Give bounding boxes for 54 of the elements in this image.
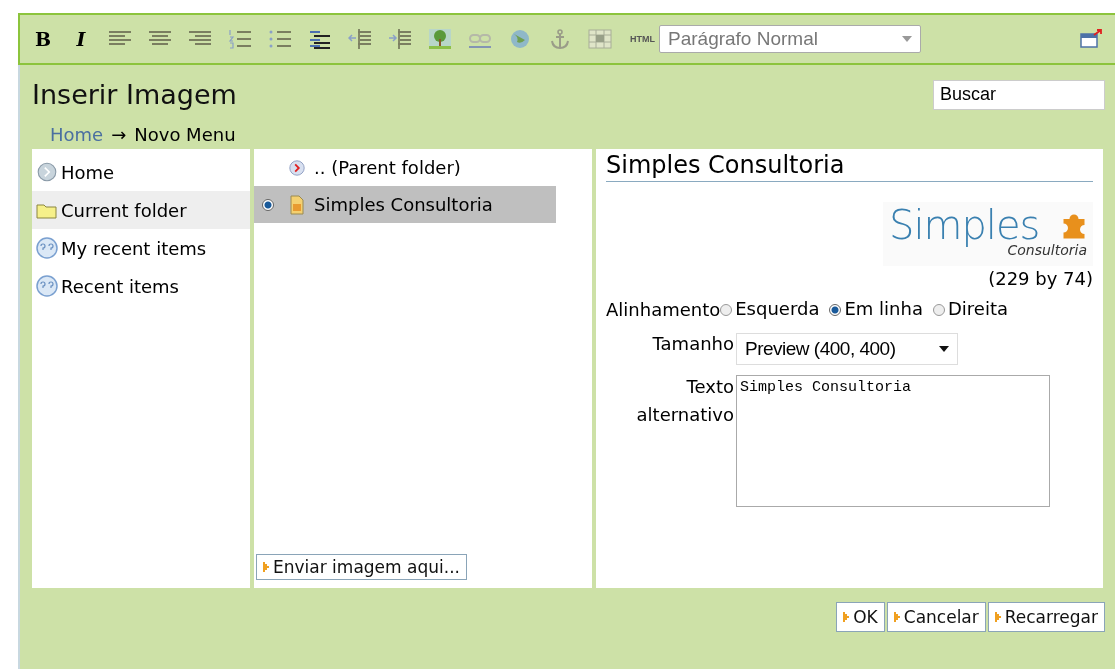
html-button[interactable]: HTML [630,34,655,44]
caret-icon [939,346,949,352]
alignment-label: Alinhamento [606,299,721,320]
arrow-icon [263,562,269,572]
tree-image-icon[interactable] [428,29,452,49]
radio-button[interactable] [932,304,945,316]
outdent-icon[interactable] [348,29,372,49]
alignment-option[interactable]: Em linha [829,298,923,319]
radio-button[interactable] [829,304,842,316]
paragraph-style-select[interactable]: Parágrafo Normal [659,25,921,53]
source-item[interactable]: Current folder [32,191,250,229]
justify-icon[interactable] [308,29,332,49]
image-dimensions: (229 by 74) [987,268,1093,289]
dialog-button[interactable]: Cancelar [886,602,986,632]
arrow-icon [994,612,1001,622]
file-item[interactable]: .. (Parent folder) [254,149,556,186]
dialog-button[interactable]: Recarregar [987,602,1105,632]
dialog-title: Inserir Imagem [32,79,237,110]
format-button[interactable]: B [26,28,60,50]
help-circle-icon [36,275,58,297]
globe-icon[interactable] [508,29,532,49]
image-title: Simples Consultoria [606,151,1093,182]
format-button[interactable]: I [64,28,98,50]
upload-button[interactable]: Enviar imagem aqui... [256,554,467,580]
breadcrumb-current: Novo Menu [134,124,236,145]
source-item[interactable]: Home [32,153,250,191]
parent-folder-icon [288,157,306,178]
radio-button[interactable] [720,304,733,316]
radio-button[interactable] [262,198,274,211]
help-circle-icon [36,237,58,259]
alt-text-label: Texto alternativo [635,375,734,427]
breadcrumb-separator: → [111,124,127,145]
table-icon[interactable] [588,29,612,49]
home-icon [36,161,58,183]
size-select[interactable]: Preview (400, 400) [736,333,958,365]
search-field[interactable]: Buscar [933,79,1105,110]
arrow-icon [893,612,900,622]
alignment-option[interactable]: Direita [932,298,1008,319]
dialog-button[interactable]: OK [836,602,885,632]
alignment-option[interactable]: Esquerda [720,298,820,319]
file-icon [288,194,306,215]
file-item[interactable]: Simples Consultoria [254,186,556,223]
anchor-icon[interactable] [548,29,572,49]
maximize-icon[interactable] [1079,29,1103,49]
alt-text-field[interactable]: Simples Consultoria [736,375,1050,507]
arrow-icon [843,612,850,622]
numbered-list-icon[interactable] [228,29,252,49]
source-item[interactable]: Recent items [32,267,250,305]
indent-icon[interactable] [388,29,412,49]
caret-icon [902,36,912,42]
size-label: Tamanho [651,333,734,354]
bullet-list-icon[interactable] [268,29,292,49]
source-item[interactable]: My recent items [32,229,250,267]
breadcrumb-link[interactable]: Home [50,124,104,145]
